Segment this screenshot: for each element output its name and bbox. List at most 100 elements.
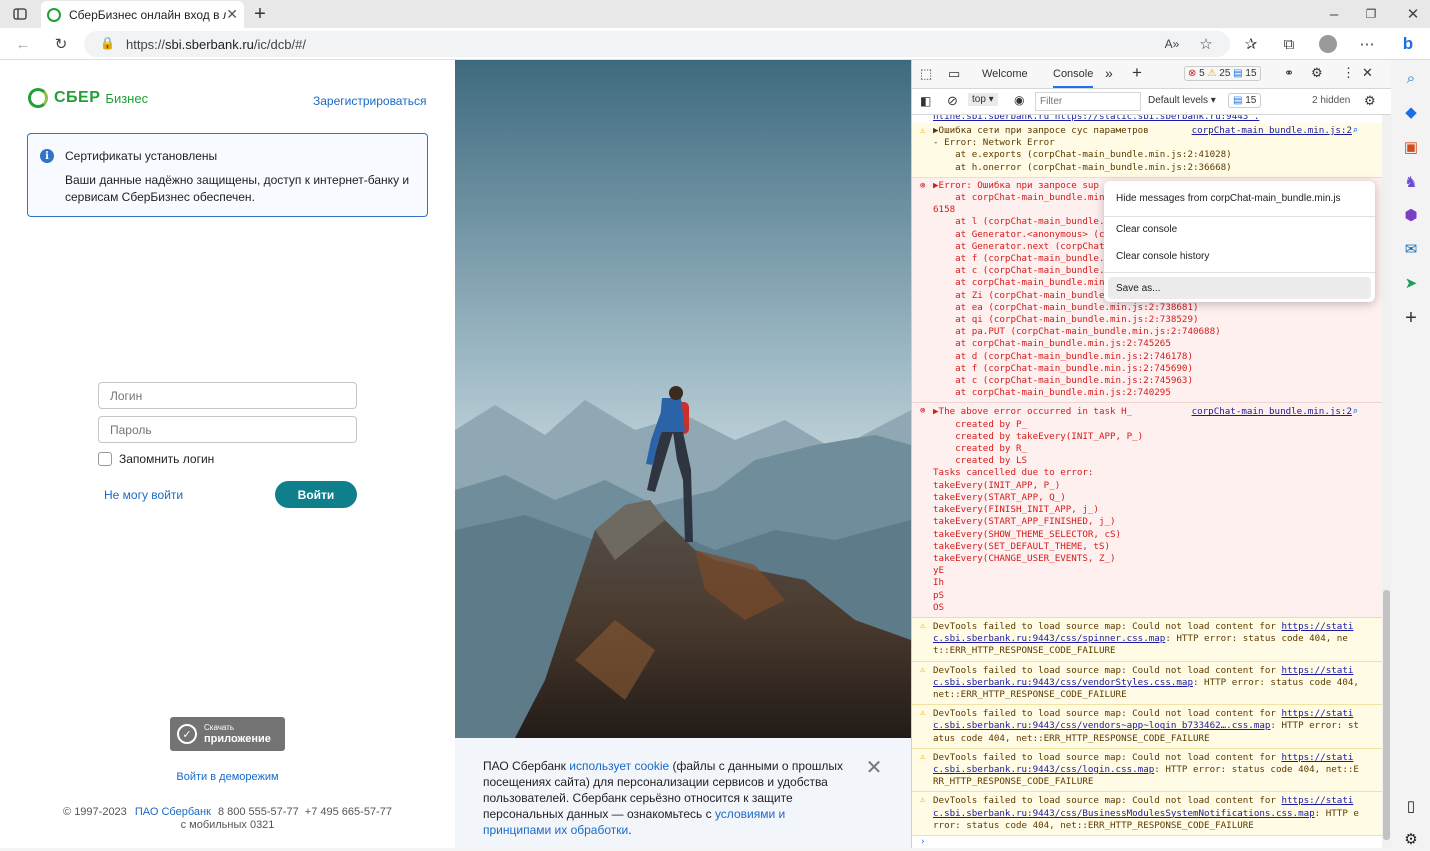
lock-icon: 🔒	[100, 36, 115, 50]
new-tab-icon[interactable]: +	[248, 2, 272, 26]
console-warning-sourcemap[interactable]: ⚠ DevTools failed to load source map: Cou…	[912, 792, 1382, 836]
sber-business-logo[interactable]: СБЕР Бизнес	[28, 88, 148, 108]
close-window-icon[interactable]: ✕	[1401, 2, 1425, 26]
stack-line: created by P_	[933, 418, 1028, 430]
msg1-source-link[interactable]: corpChat-main_bundle.min.js:2	[1192, 125, 1352, 137]
context-selector[interactable]: top ▾	[968, 93, 998, 106]
login-button[interactable]: Войти	[275, 481, 357, 508]
console-warning-network[interactable]: ⚠ ▶Ошибка сети при запросе сус параметро…	[912, 123, 1382, 178]
console-warning-sourcemap[interactable]: ⚠ DevTools failed to load source map: Cou…	[912, 705, 1382, 749]
footer-mobile: с мобильных 0321	[180, 819, 275, 831]
collections-icon[interactable]: ⧉	[1277, 32, 1301, 56]
cant-login-link[interactable]: Не могу войти	[104, 488, 183, 502]
menu-hide-messages[interactable]: Hide messages from corpChat-main_bundle.…	[1108, 187, 1371, 209]
console-warning-sourcemap[interactable]: ⚠ DevTools failed to load source map: Cou…	[912, 748, 1382, 793]
search-source-icon[interactable]: ⌕	[1352, 125, 1358, 137]
demo-mode-link[interactable]: Войти в деморежим	[176, 771, 278, 783]
download-app-button[interactable]: ✓ Скачать приложение	[170, 717, 285, 751]
sourcemap-warnings: ⚠ DevTools failed to load source map: Cou…	[912, 617, 1382, 836]
issues-badge[interactable]: ▤ 15	[1228, 93, 1262, 108]
scrollbar-thumb[interactable]	[1383, 590, 1390, 840]
tab-console[interactable]: Console	[1053, 68, 1094, 88]
clear-console-icon[interactable]: ⊘	[947, 93, 958, 109]
tab-welcome[interactable]: Welcome	[982, 68, 1028, 80]
add-tab-icon[interactable]: +	[1132, 63, 1142, 83]
msg3-source-link[interactable]: corpChat-main_bundle.min.js:2	[1192, 406, 1352, 418]
shopping-tag-icon[interactable]: ◆	[1399, 100, 1423, 124]
live-expression-icon[interactable]: ◉	[1014, 93, 1024, 107]
minimize-icon[interactable]: –	[1322, 2, 1346, 26]
error-badge[interactable]: ⊗ 5 ⚠ 25 ▤ 15	[1184, 66, 1261, 81]
menu-clear-history[interactable]: Clear console history	[1108, 245, 1371, 267]
issues-icon: ▤	[1233, 95, 1243, 106]
login-input[interactable]	[98, 382, 357, 409]
outlook-icon[interactable]: ✉	[1399, 237, 1423, 261]
warning-icon: ⚠	[920, 751, 926, 762]
sidebar-toggle-icon[interactable]: ◧	[920, 94, 931, 108]
favorite-star-icon[interactable]: ☆	[1194, 32, 1218, 56]
remember-login[interactable]: Запомнить логин	[98, 452, 214, 466]
search-source-icon[interactable]: ⌕	[1352, 406, 1358, 418]
menu-clear-console[interactable]: Clear console	[1108, 218, 1371, 240]
console-warning-sourcemap[interactable]: ⚠ DevTools failed to load source map: Cou…	[912, 617, 1382, 662]
warning-text: DevTools failed to load source map: Coul…	[933, 751, 1282, 763]
read-aloud-icon[interactable]: A»	[1160, 32, 1184, 56]
console-warning-sourcemap[interactable]: ⚠ DevTools failed to load source map: Cou…	[912, 661, 1382, 706]
console-filter-input[interactable]	[1035, 92, 1141, 111]
stack-line: takeEvery(SHOW_THEME_SELECTOR, cS)	[933, 528, 1122, 540]
footer-company-link[interactable]: ПАО Сбербанк	[135, 806, 211, 818]
login-panel: СБЕР Бизнес Зарегистрироваться i Сертифи…	[0, 60, 455, 848]
devtools-tabbar: ⬚ ▭ Welcome Console » + ⊗ 5 ⚠ 25 ▤ 15 ⚭ …	[912, 60, 1391, 89]
office-icon[interactable]: ⬢	[1399, 203, 1423, 227]
devtools-settings-icon[interactable]: ⚙	[1311, 65, 1323, 81]
back-icon[interactable]: ←	[11, 32, 35, 56]
send-icon[interactable]: ➤	[1399, 271, 1423, 295]
console-settings-icon[interactable]: ⚙	[1364, 93, 1376, 109]
menu-save-as[interactable]: Save as...	[1108, 277, 1371, 299]
more-tabs-icon[interactable]: »	[1105, 65, 1113, 81]
cookie-usage-link[interactable]: использует cookie	[569, 759, 669, 773]
add-sidebar-icon[interactable]: +	[1399, 306, 1423, 330]
password-input[interactable]	[98, 416, 357, 443]
device-toolbar-icon[interactable]: ▭	[948, 66, 960, 82]
devtools-more-icon[interactable]: ⋮	[1342, 65, 1355, 81]
address-bar[interactable]: 🔒 https://sbi.sberbank.ru/ic/dcb/#/	[84, 31, 1230, 57]
msg1-stack: - Error: Network Error at e.exports (cor…	[912, 137, 1376, 174]
refresh-icon[interactable]: ↻	[49, 32, 73, 56]
browser-tab[interactable]: СберБизнес онлайн вход в личн ✕	[41, 1, 244, 28]
console-scrollbar[interactable]	[1382, 115, 1391, 848]
hidden-count: 2 hidden	[1312, 95, 1351, 106]
console-prompt[interactable]: ›	[912, 836, 1382, 848]
close-tab-icon[interactable]: ✕	[226, 6, 238, 23]
devtools-close-icon[interactable]: ✕	[1362, 65, 1373, 81]
bing-icon[interactable]: b	[1396, 32, 1420, 56]
stack-line: at d (corpChat-main_bundle.min.js:2:7461…	[933, 350, 1193, 362]
warning-text: DevTools failed to load source map: Coul…	[933, 620, 1282, 632]
settings-gear-icon[interactable]: ⚙	[1399, 827, 1423, 851]
warning-count-icon: ⚠	[1207, 68, 1217, 79]
stack-line: at pa.PUT (corpChat-main_bundle.min.js:2…	[933, 326, 1221, 338]
games-icon[interactable]: ♞	[1399, 170, 1423, 194]
close-cookie-icon[interactable]: ✕	[864, 758, 884, 778]
warning-text: DevTools failed to load source map: Coul…	[933, 664, 1282, 676]
register-link[interactable]: Зарегистрироваться	[313, 94, 426, 108]
stack-line: created by LS	[933, 455, 1028, 467]
more-menu-icon[interactable]: ⋯	[1355, 32, 1379, 56]
warning-icon: ⚠	[920, 664, 926, 675]
cookie-text-part1: ПАО Сбербанк	[483, 759, 570, 773]
favorites-icon[interactable]: ✰	[1239, 32, 1263, 56]
sidebar-panel-icon[interactable]: ▯	[1399, 794, 1423, 818]
remember-checkbox[interactable]	[98, 452, 112, 466]
edge-sidebar: ⌕ ◆ ▣ ♞ ⬢ ✉ ➤ + ▯ ⚙	[1390, 60, 1430, 848]
network-conditions-icon[interactable]: ⚭	[1284, 66, 1294, 80]
maximize-icon[interactable]: ❐	[1359, 2, 1383, 26]
tools-icon[interactable]: ▣	[1399, 135, 1423, 159]
log-levels-dropdown[interactable]: Default levels ▾	[1148, 95, 1216, 106]
inspect-icon[interactable]: ⬚	[920, 66, 932, 82]
search-icon[interactable]: ⌕	[1399, 66, 1423, 90]
warning-icon: ⚠	[920, 795, 926, 806]
stack-line: at ea (corpChat-main_bundle.min.js:2:738…	[933, 301, 1199, 313]
console-error-task[interactable]: ⊗ ▶The above error occurred in task H_ c…	[912, 403, 1382, 618]
profile-avatar[interactable]	[1316, 32, 1340, 56]
tab-actions-icon[interactable]	[8, 2, 32, 26]
